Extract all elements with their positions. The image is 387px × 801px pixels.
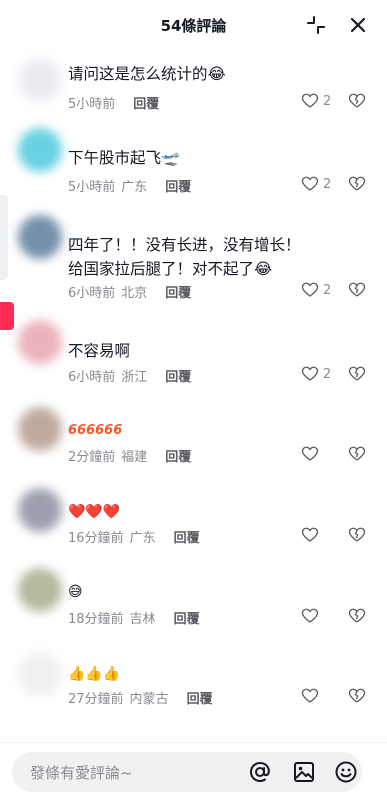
reply-button[interactable]: 回覆 bbox=[174, 608, 200, 627]
reply-button[interactable]: 回覆 bbox=[174, 527, 200, 546]
broken-heart-icon[interactable] bbox=[348, 92, 366, 110]
comment-text: 请问这是怎么统计的😂 bbox=[68, 65, 226, 83]
heart-icon bbox=[301, 282, 319, 297]
like-button[interactable]: 2 bbox=[301, 281, 331, 299]
comment-input[interactable] bbox=[28, 752, 232, 794]
like-button[interactable] bbox=[301, 607, 319, 625]
like-count: 2 bbox=[323, 176, 332, 192]
comment-time: 6小時前 bbox=[68, 286, 116, 301]
comment-time: 27分鐘前 bbox=[68, 692, 124, 707]
broken-heart-icon[interactable] bbox=[348, 281, 366, 299]
comment-text: ❤️❤️❤️ bbox=[68, 504, 121, 520]
like-button[interactable]: 2 bbox=[301, 175, 331, 193]
like-button[interactable] bbox=[301, 445, 319, 463]
heart-icon bbox=[301, 688, 319, 703]
image-icon[interactable] bbox=[292, 760, 316, 784]
comment-location: 吉林 bbox=[129, 612, 156, 627]
emoji-icon[interactable] bbox=[334, 760, 358, 784]
comment-text: 四年了！！没有长进，没有增长！给国家拉后腿了！对不起了😂 bbox=[68, 236, 301, 278]
comment-input-bar bbox=[0, 742, 387, 801]
comment-location: 北京 bbox=[121, 286, 148, 301]
heart-icon bbox=[301, 608, 319, 623]
reply-button[interactable]: 回覆 bbox=[165, 176, 191, 195]
comment-location: 浙江 bbox=[121, 370, 148, 385]
heart-icon bbox=[301, 176, 319, 191]
broken-heart-icon[interactable] bbox=[348, 365, 366, 383]
heart-icon bbox=[301, 366, 319, 381]
avatar[interactable] bbox=[18, 407, 62, 451]
gift-tab[interactable] bbox=[0, 302, 14, 330]
side-panel-edge bbox=[0, 195, 8, 280]
comment-location: 内蒙古 bbox=[129, 692, 169, 707]
comment-text: 下午股市起飞🛫 bbox=[68, 149, 181, 167]
collapse-icon[interactable] bbox=[306, 15, 326, 35]
broken-heart-icon[interactable] bbox=[348, 526, 366, 544]
comment-location: 福建 bbox=[121, 450, 148, 465]
reply-button[interactable]: 回覆 bbox=[133, 93, 159, 112]
comment-input-container[interactable] bbox=[12, 752, 362, 794]
like-count: 2 bbox=[323, 366, 332, 382]
comment-text: 👍👍👍 bbox=[68, 666, 121, 682]
broken-heart-icon[interactable] bbox=[348, 607, 366, 625]
close-icon[interactable] bbox=[348, 15, 368, 35]
heart-icon bbox=[301, 93, 319, 108]
reply-button[interactable]: 回覆 bbox=[165, 366, 191, 385]
comment-time: 6小時前 bbox=[68, 370, 116, 385]
avatar[interactable] bbox=[18, 652, 62, 696]
like-button[interactable] bbox=[301, 687, 319, 705]
comment-time: 2分鐘前 bbox=[68, 450, 116, 465]
comment-text: 😅 bbox=[68, 584, 83, 600]
avatar[interactable] bbox=[18, 320, 62, 364]
reply-button[interactable]: 回覆 bbox=[165, 446, 191, 465]
comment-location: 广东 bbox=[129, 531, 156, 546]
avatar[interactable] bbox=[18, 58, 62, 102]
like-count: 2 bbox=[323, 282, 332, 298]
like-button[interactable]: 2 bbox=[301, 92, 331, 110]
like-button[interactable] bbox=[301, 526, 319, 544]
avatar[interactable] bbox=[18, 215, 62, 259]
reply-button[interactable]: 回覆 bbox=[187, 688, 213, 707]
broken-heart-icon[interactable] bbox=[348, 687, 366, 705]
comment-time: 5小時前 bbox=[68, 180, 116, 195]
comments-header: 54條評論 bbox=[0, 0, 387, 50]
comment-time: 18分鐘前 bbox=[68, 612, 124, 627]
heart-icon bbox=[301, 446, 319, 461]
comment-location: 广东 bbox=[121, 180, 148, 195]
avatar[interactable] bbox=[18, 488, 62, 532]
heart-icon bbox=[301, 527, 319, 542]
avatar[interactable] bbox=[18, 128, 62, 172]
at-mention-icon[interactable] bbox=[248, 760, 272, 784]
like-count: 2 bbox=[323, 93, 332, 109]
avatar[interactable] bbox=[18, 568, 62, 612]
broken-heart-icon[interactable] bbox=[348, 445, 366, 463]
comment-text: 不容易啊 bbox=[68, 342, 131, 360]
broken-heart-icon[interactable] bbox=[348, 175, 366, 193]
reply-button[interactable]: 回覆 bbox=[165, 282, 191, 301]
like-button[interactable]: 2 bbox=[301, 365, 331, 383]
comment-time: 16分鐘前 bbox=[68, 531, 124, 546]
comment-time: 5小時前 bbox=[68, 97, 116, 112]
comments-title: 54條評論 bbox=[160, 16, 227, 35]
comment-text: 666666 bbox=[68, 423, 123, 438]
